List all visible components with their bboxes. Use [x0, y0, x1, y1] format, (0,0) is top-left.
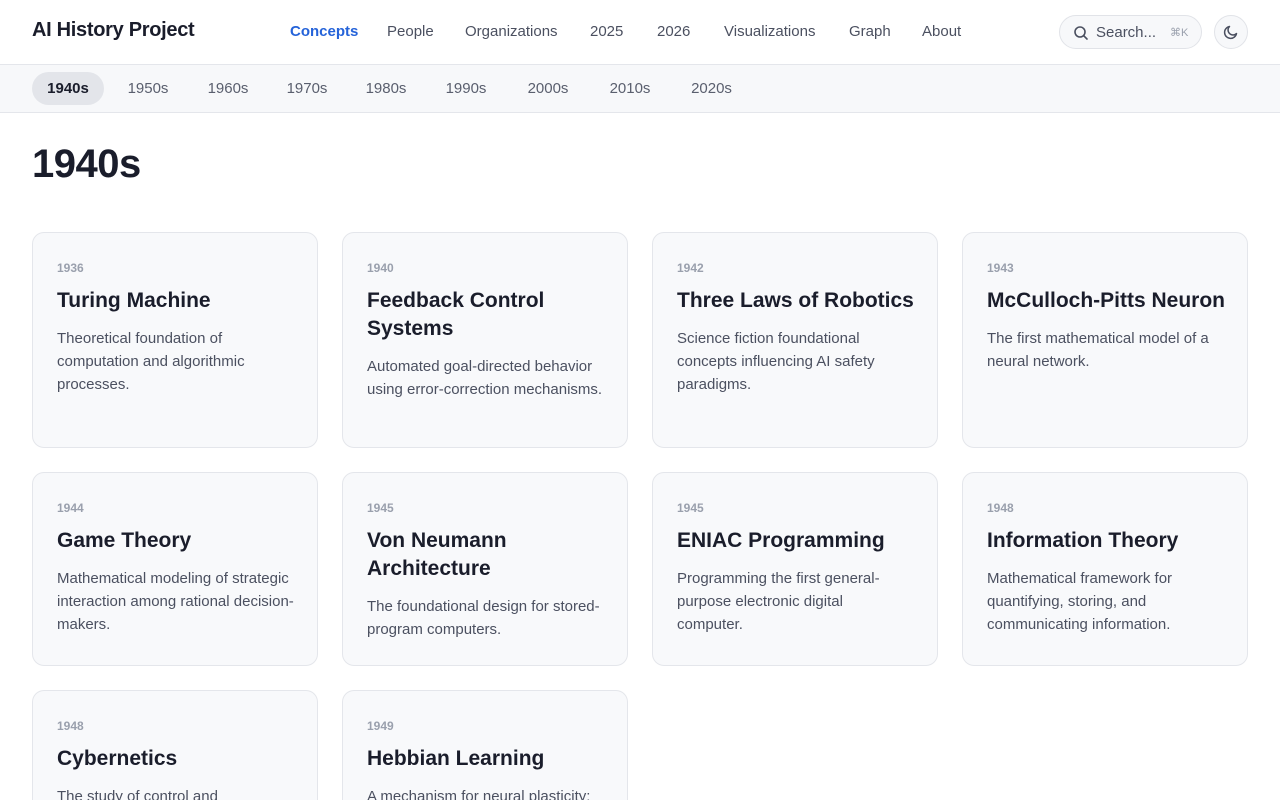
card-year: 1936: [57, 261, 84, 275]
card-year: 1948: [987, 501, 1014, 515]
card-title: McCulloch-Pitts Neuron: [987, 289, 1226, 312]
card-title: Cybernetics: [57, 747, 178, 770]
concept-card[interactable]: 1940 Feedback Control Systems Automated …: [342, 232, 628, 448]
nav-2025[interactable]: 2025: [590, 23, 623, 40]
card-year: 1944: [57, 501, 84, 515]
nav-2026[interactable]: 2026: [657, 23, 690, 40]
decade-1980s[interactable]: 1980s: [351, 72, 421, 105]
theme-toggle-button[interactable]: [1214, 15, 1248, 49]
card-year: 1943: [987, 261, 1014, 275]
search-placeholder: Search...: [1096, 24, 1157, 41]
decade-2020s[interactable]: 2020s: [675, 72, 748, 105]
card-title: Von Neumann Architecture: [367, 529, 507, 580]
nav-people[interactable]: People: [387, 23, 434, 40]
page-title: 1940s: [32, 142, 141, 186]
card-description: Programming the first general-purpose el…: [677, 570, 880, 633]
search-shortcut: ⌘K: [1170, 27, 1189, 39]
concept-card[interactable]: 1949 Hebbian Learning A mechanism for ne…: [342, 690, 628, 800]
card-year: 1940: [367, 261, 394, 275]
concept-card[interactable]: 1943 McCulloch-Pitts Neuron The first ma…: [962, 232, 1248, 448]
card-description: Mathematical framework for quantifying, …: [987, 570, 1173, 633]
card-description: The first mathematical model of a neural…: [987, 330, 1209, 370]
card-description: Science fiction foundational concepts in…: [677, 330, 875, 393]
card-title: Information Theory: [987, 529, 1179, 552]
decade-1970s[interactable]: 1970s: [272, 72, 342, 105]
decade-1940s[interactable]: 1940s: [32, 72, 104, 105]
site-brand[interactable]: AI History Project: [32, 19, 195, 42]
card-description: The study of control and: [57, 788, 218, 800]
concept-card[interactable]: 1945 Von Neumann Architecture The founda…: [342, 472, 628, 666]
nav-concepts[interactable]: Concepts: [290, 23, 358, 40]
card-year: 1948: [57, 719, 84, 733]
card-title: Feedback Control Systems: [367, 289, 545, 340]
card-title: ENIAC Programming: [677, 529, 885, 552]
card-description: Mathematical modeling of strategic inter…: [57, 570, 294, 633]
concept-card[interactable]: 1936 Turing Machine Theoretical foundati…: [32, 232, 318, 448]
card-title: Three Laws of Robotics: [677, 289, 914, 312]
decade-1960s[interactable]: 1960s: [193, 72, 263, 105]
decade-1950s[interactable]: 1950s: [113, 72, 183, 105]
concept-card[interactable]: 1945 ENIAC Programming Programming the f…: [652, 472, 938, 666]
search-icon: [1073, 25, 1089, 41]
decade-2010s[interactable]: 2010s: [594, 72, 666, 105]
card-description: Automated goal-directed behavior using e…: [367, 358, 603, 398]
card-year: 1945: [367, 501, 394, 515]
card-year: 1945: [677, 501, 704, 515]
card-title: Turing Machine: [57, 289, 211, 312]
card-description: The foundational design for stored-progr…: [367, 598, 600, 638]
nav-about[interactable]: About: [922, 23, 961, 40]
card-year: 1942: [677, 261, 704, 275]
decade-1990s[interactable]: 1990s: [431, 72, 501, 105]
concept-card[interactable]: 1944 Game Theory Mathematical modeling o…: [32, 472, 318, 666]
card-description: A mechanism for neural plasticity:: [367, 788, 591, 800]
top-header: AI History Project Concepts People Organ…: [0, 0, 1280, 65]
nav-visualizations[interactable]: Visualizations: [724, 23, 815, 40]
decade-filter-bar: 1940s 1950s 1960s 1970s 1980s 1990s 2000…: [0, 65, 1280, 113]
card-title: Hebbian Learning: [367, 747, 545, 770]
concept-card[interactable]: 1948 Information Theory Mathematical fra…: [962, 472, 1248, 666]
decade-2000s[interactable]: 2000s: [511, 72, 585, 105]
card-title: Game Theory: [57, 529, 192, 552]
concept-card[interactable]: 1942 Three Laws of Robotics Science fict…: [652, 232, 938, 448]
card-year: 1949: [367, 719, 394, 733]
nav-graph[interactable]: Graph: [849, 23, 891, 40]
nav-organizations[interactable]: Organizations: [465, 23, 558, 40]
card-description: Theoretical foundation of computation an…: [57, 330, 245, 393]
search-button[interactable]: Search... ⌘K: [1059, 15, 1202, 49]
concept-card[interactable]: 1948 Cybernetics The study of control an…: [32, 690, 318, 800]
